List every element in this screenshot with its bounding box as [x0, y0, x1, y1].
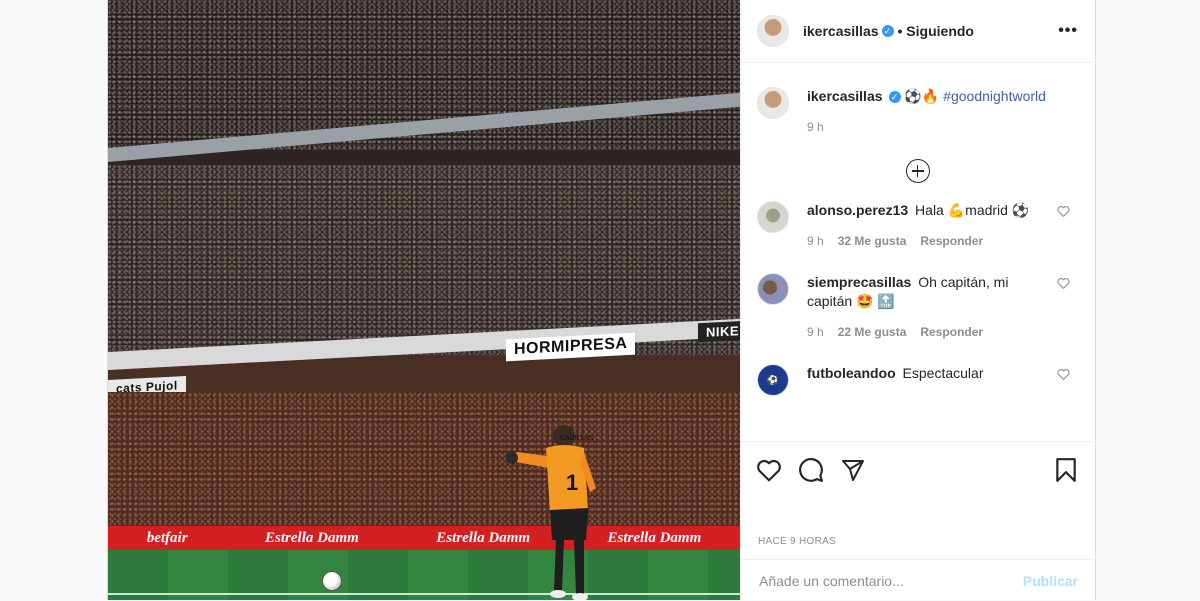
post-timestamp[interactable]: HACE 9 HORAS: [758, 536, 836, 547]
ad-text: betfair: [146, 529, 188, 546]
comment-body: siemprecasillas Oh capitán, mi capitán 🤩…: [807, 273, 1078, 342]
comment-meta: 9 h 32 Me gusta Responder: [807, 232, 1054, 251]
post-header: ikercasillas ✓ • Siguiendo •••: [741, 0, 1094, 63]
avatar[interactable]: ⚽: [757, 364, 789, 396]
heart-icon[interactable]: [1057, 205, 1070, 217]
caption-hashtag[interactable]: #goodnightworld: [943, 88, 1046, 104]
post-side-panel: ikercasillas ✓ • Siguiendo ••• ikercasil…: [740, 0, 1094, 600]
post-photo[interactable]: HORMIPRESA NIKE cats Pujol betfair Estre…: [108, 0, 740, 600]
comment-time[interactable]: 9 h: [807, 323, 824, 342]
comment-likes[interactable]: 22 Me gusta: [838, 323, 907, 342]
comment-item: alonso.perez13 Hala 💪madrid ⚽ 9 h 32 Me …: [757, 201, 1078, 251]
caption: ikercasillas ✓ ⚽🔥 #goodnightworld 9 h: [757, 87, 1078, 137]
verified-badge-icon: ✓: [881, 25, 894, 37]
share-icon[interactable]: [839, 456, 867, 484]
heart-icon[interactable]: [755, 456, 783, 484]
comment-likes[interactable]: 32 Me gusta: [838, 232, 907, 251]
caption-username[interactable]: ikercasillas: [807, 88, 883, 104]
advertising-board: betfair Estrella Damm Estrella Damm Estr…: [108, 526, 740, 550]
comment-time[interactable]: 9 h: [807, 232, 824, 251]
post-modal: HORMIPRESA NIKE cats Pujol betfair Estre…: [107, 0, 1096, 600]
comment-text: Espectacular: [902, 365, 984, 381]
jersey-name: CASILLAS: [560, 435, 594, 442]
heart-icon[interactable]: [1057, 368, 1070, 380]
caption-body: ikercasillas ✓ ⚽🔥 #goodnightworld 9 h: [807, 87, 1078, 137]
avatar[interactable]: [757, 15, 789, 47]
caption-emojis: ⚽🔥: [904, 88, 940, 104]
caption-time[interactable]: 9 h: [807, 118, 824, 137]
avatar[interactable]: [757, 273, 789, 305]
author-username[interactable]: ikercasillas: [803, 23, 879, 39]
comment-reply-button[interactable]: Responder: [920, 323, 983, 342]
comment-meta: 9 h 22 Me gusta Responder: [807, 323, 1054, 342]
comment-reply-button[interactable]: Responder: [920, 232, 983, 251]
avatar[interactable]: [757, 201, 789, 233]
comment-username[interactable]: siemprecasillas: [807, 274, 911, 290]
sponsor-sign: NIKE: [698, 320, 740, 343]
comment-body: futboleandoo Espectacular: [807, 364, 1078, 396]
comment-input[interactable]: [757, 571, 1023, 590]
publish-button[interactable]: Publicar: [1023, 573, 1078, 589]
comment-item: ⚽ futboleandoo Espectacular: [757, 364, 1078, 396]
post-actions: [741, 441, 1094, 497]
bookmark-icon[interactable]: [1052, 456, 1080, 484]
load-more-row: [757, 159, 1078, 183]
more-options-icon[interactable]: •••: [1058, 22, 1078, 40]
stadium-crowd-lower: [108, 392, 740, 527]
caption-meta: 9 h: [807, 118, 1054, 137]
jersey-number: 1: [566, 470, 578, 495]
ad-text: Estrella Damm: [265, 529, 359, 546]
pitch-line: [108, 593, 740, 595]
football: [322, 571, 342, 591]
comment-username[interactable]: alonso.perez13: [807, 202, 908, 218]
follow-status-button[interactable]: • Siguiendo: [898, 23, 974, 39]
comments-list[interactable]: ikercasillas ✓ ⚽🔥 #goodnightworld 9 h alo…: [741, 63, 1094, 441]
comment-body: alonso.perez13 Hala 💪madrid ⚽ 9 h 32 Me …: [807, 201, 1078, 251]
comment-icon[interactable]: [797, 456, 825, 484]
avatar[interactable]: [757, 87, 789, 119]
comment-username[interactable]: futboleandoo: [807, 365, 896, 381]
comment-item: siemprecasillas Oh capitán, mi capitán 🤩…: [757, 273, 1078, 342]
goalkeeper-figure: CASILLAS 1: [506, 425, 596, 600]
ad-text: Estrella Damm: [607, 529, 702, 546]
heart-icon[interactable]: [1057, 277, 1070, 289]
add-comment-bar: Publicar: [741, 559, 1094, 601]
verified-badge-icon: ✓: [888, 91, 901, 104]
plus-circle-icon[interactable]: [905, 159, 930, 183]
comment-text: Hala 💪madrid ⚽: [915, 202, 1030, 218]
